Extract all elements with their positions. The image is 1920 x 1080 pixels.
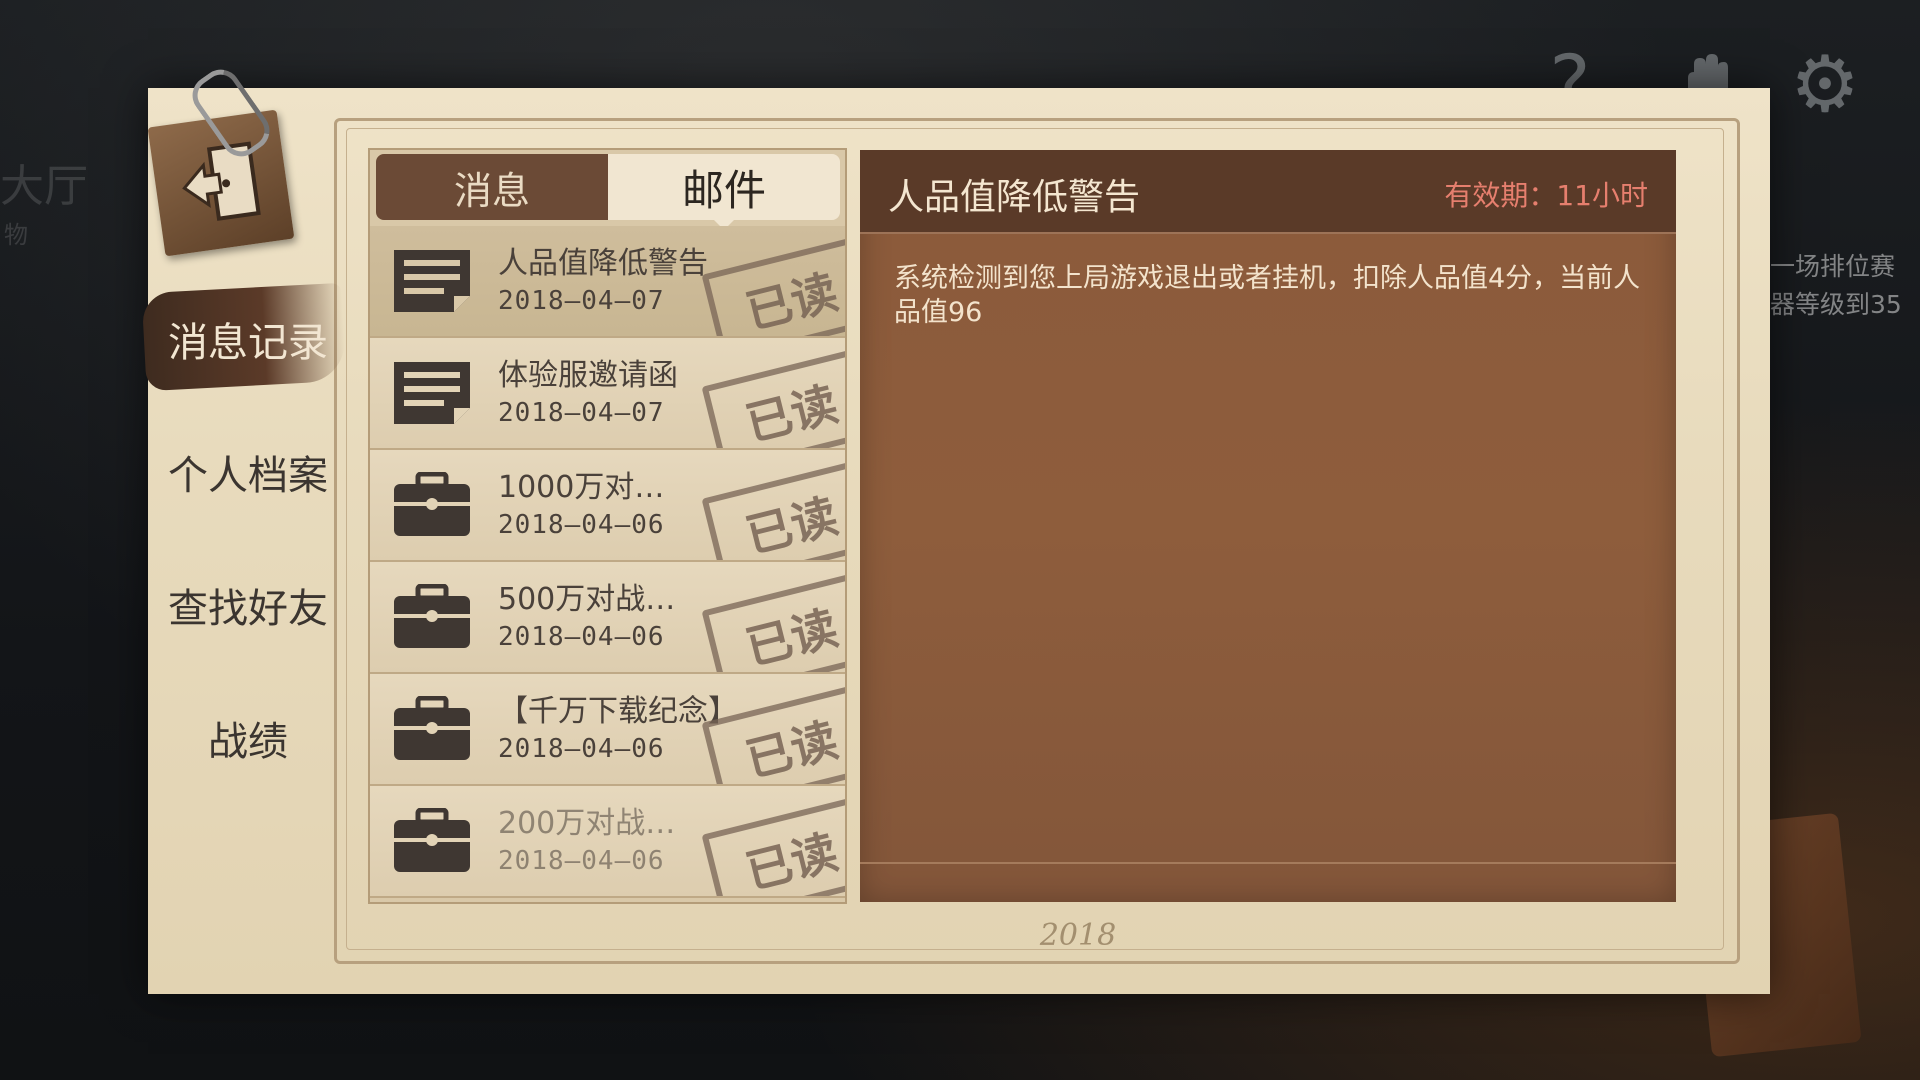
- mail-item[interactable]: 体验服邀请函 2018—04—07 已读: [370, 338, 845, 450]
- mail-item[interactable]: 200万对战… 2018—04—06 已读: [370, 786, 845, 898]
- mail-date: 2018—04—06: [498, 510, 665, 540]
- mail-item[interactable]: 500万对战… 2018—04—06 已读: [370, 562, 845, 674]
- mail-detail-body: 系统检测到您上局游戏退出或者挂机，扣除人品值4分，当前人品值96: [894, 263, 1641, 328]
- mail-item[interactable]: 人品值降低警告 2018—04—07 已读: [370, 226, 845, 338]
- mail-title: 体验服邀请函: [498, 358, 678, 393]
- mail-title: 200万对战…: [498, 806, 676, 841]
- mail-list-panel: 消息 邮件 人品值降低警告 2018—04—07 已读 体验服邀请函 2018—…: [368, 148, 847, 904]
- mail-title: 人品值降低警告: [498, 246, 708, 281]
- detail-divider: [860, 862, 1676, 864]
- mail-detail-title: 人品值降低警告: [888, 177, 1141, 218]
- mail-item[interactable]: 【千万下载纪念】 2018—04—06 已读: [370, 674, 845, 786]
- mail-date: 2018—04—06: [498, 622, 665, 652]
- mail-detail-header: 人品值降低警告 有效期：11小时: [860, 150, 1676, 234]
- background-task-line-1: 一场排位赛: [1770, 252, 1896, 281]
- mail-date: 2018—04—06: [498, 734, 665, 764]
- tab-mail[interactable]: 邮件: [608, 154, 840, 230]
- briefcase-icon: [392, 808, 472, 874]
- background-lobby-text: 大厅: [0, 161, 88, 212]
- briefcase-icon: [392, 584, 472, 650]
- nav-item-profile[interactable]: 个人档案: [148, 443, 348, 501]
- read-stamp: 已读: [701, 347, 845, 448]
- background-task-text: 一场排位赛 器等级到35: [1770, 248, 1902, 324]
- mail-title: 1000万对…: [498, 470, 665, 505]
- nav-item-find-friends[interactable]: 查找好友: [148, 576, 348, 634]
- background-task-line-2: 器等级到35: [1770, 290, 1902, 319]
- footer-ornament: 2018: [1039, 918, 1117, 953]
- mail-window: 消息记录 个人档案 查找好友 战绩 消息 邮件 人品值降低警告 2018—04—…: [141, 61, 1770, 994]
- nav-item-records[interactable]: 战绩: [148, 709, 348, 767]
- mail-detail-panel: 人品值降低警告 有效期：11小时 系统检测到您上局游戏退出或者挂机，扣除人品值4…: [860, 150, 1676, 902]
- gear-icon[interactable]: ⚙: [1780, 40, 1870, 130]
- letter-icon: [392, 360, 472, 426]
- mail-date: 2018—04—06: [498, 846, 665, 876]
- mail-title: 500万对战…: [498, 582, 676, 617]
- mail-list: 人品值降低警告 2018—04—07 已读 体验服邀请函 2018—04—07 …: [370, 226, 845, 898]
- mail-date: 2018—04—07: [498, 398, 665, 428]
- mail-expiry: 有效期：11小时: [1444, 179, 1648, 212]
- briefcase-icon: [392, 472, 472, 538]
- briefcase-icon: [392, 696, 472, 762]
- read-stamp: 已读: [701, 571, 845, 672]
- read-stamp: 已读: [701, 459, 845, 560]
- tab-bar: 消息 邮件: [376, 154, 840, 230]
- read-stamp: 已读: [701, 235, 845, 336]
- mail-item[interactable]: 1000万对… 2018—04—06 已读: [370, 450, 845, 562]
- background-sub-text: 物: [4, 221, 28, 249]
- read-stamp: 已读: [701, 795, 845, 896]
- tab-messages[interactable]: 消息: [376, 154, 608, 220]
- mail-date: 2018—04—07: [498, 286, 665, 316]
- nav-item-message-log[interactable]: 消息记录: [148, 310, 348, 368]
- letter-icon: [392, 248, 472, 314]
